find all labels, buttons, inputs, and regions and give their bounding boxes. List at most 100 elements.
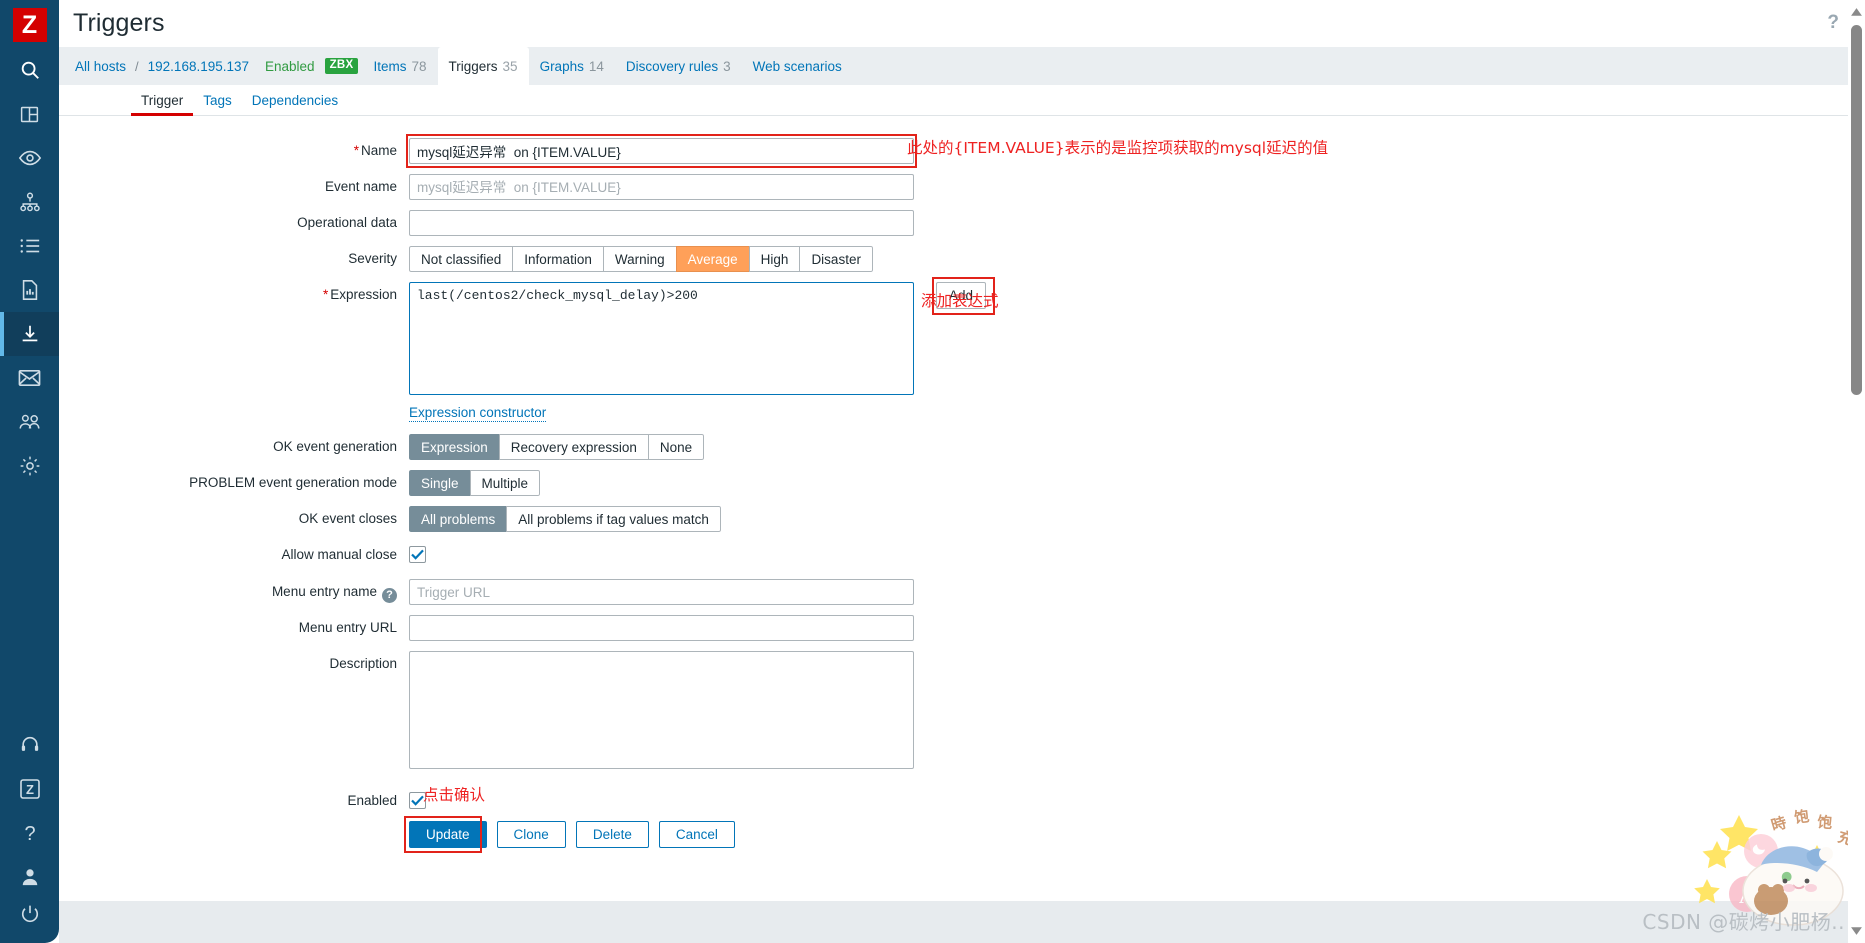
label-event-name: Event name: [324, 179, 397, 194]
zabbix-logo[interactable]: Z: [12, 8, 47, 42]
tab-trigger[interactable]: Trigger: [131, 93, 194, 116]
ok-event-closes-segmented-control: All problems All problems if tag values …: [409, 506, 721, 533]
field-menu-entry-name-wrap: [409, 579, 914, 606]
help-question-icon[interactable]: ?: [0, 811, 59, 855]
menu-entry-name-input[interactable]: [409, 579, 914, 606]
allow-manual-close-checkbox[interactable]: [409, 546, 426, 564]
severity-option-not-classified[interactable]: Not classified: [409, 246, 513, 272]
field-name-wrap: [406, 134, 917, 168]
host-tab-graphs-count: 14: [588, 58, 604, 74]
host-tab-triggers[interactable]: Triggers 35: [437, 47, 529, 85]
severity-option-high[interactable]: High: [748, 246, 800, 272]
administration-gear-icon[interactable]: [0, 444, 59, 488]
required-asterisk-expression: *: [322, 287, 329, 302]
expression-constructor-link[interactable]: Expression constructor: [409, 405, 547, 423]
severity-option-information[interactable]: Information: [512, 246, 603, 272]
menu-entry-url-input[interactable]: [409, 615, 914, 642]
label-ok-event-generation: OK event generation: [273, 439, 397, 455]
cancel-button[interactable]: Cancel: [658, 821, 735, 849]
severity-segmented-control: Not classified Information Warning Avera…: [409, 246, 873, 272]
field-row-expression-constructor: Expression constructor: [59, 404, 1865, 423]
zabbix-integrations-icon[interactable]: Z: [0, 767, 59, 811]
problem-event-mode-option-single[interactable]: Single: [409, 470, 470, 497]
data-collection-icon[interactable]: [0, 312, 59, 356]
ok-event-closes-option-all-problems[interactable]: All problems: [409, 506, 507, 533]
form-buttons: Update Clone Delete Cancel: [409, 821, 735, 849]
host-tab-web-scenarios-label: Web scenarios: [752, 58, 842, 74]
tab-dependencies[interactable]: Dependencies: [242, 93, 348, 115]
ok-event-generation-option-none[interactable]: None: [647, 434, 705, 461]
label-allow-manual-close: Allow manual close: [281, 547, 397, 563]
field-constructor-wrap: Expression constructor: [409, 404, 547, 423]
clone-button[interactable]: Clone: [496, 821, 566, 849]
severity-option-warning[interactable]: Warning: [602, 246, 676, 272]
services-network-icon[interactable]: [0, 180, 59, 224]
search-icon[interactable]: [0, 48, 59, 92]
field-description-wrap: [409, 651, 914, 774]
page-header: Triggers ?: [59, 0, 1865, 47]
delete-button[interactable]: Delete: [575, 821, 649, 849]
host-tab-items[interactable]: Items 78: [362, 47, 437, 85]
update-button[interactable]: Update: [409, 821, 487, 849]
field-expression-wrap: last(/centos2/check_mysql_delay)>200: [409, 282, 914, 400]
breadcrumb-host[interactable]: 192.168.195.137: [146, 59, 251, 74]
page-scrollbar[interactable]: [1848, 0, 1865, 943]
name-input[interactable]: [409, 138, 914, 164]
sign-out-power-icon[interactable]: [0, 899, 59, 943]
zbx-agent-badge[interactable]: ZBX: [324, 57, 359, 75]
form-buttons-wrap: Update Clone Delete Cancel: [404, 816, 735, 854]
alerts-envelope-icon[interactable]: [0, 356, 59, 400]
bottom-status-bar: [59, 901, 1865, 943]
users-icon[interactable]: [0, 400, 59, 444]
operational-data-input[interactable]: [409, 210, 914, 236]
monitoring-eye-icon[interactable]: [0, 136, 59, 180]
ok-event-generation-option-recovery-expression[interactable]: Recovery expression: [498, 434, 648, 461]
scroll-down-arrow-icon[interactable]: [1850, 924, 1863, 937]
label-menu-entry-name: Menu entry name?: [59, 579, 409, 603]
support-headset-icon[interactable]: [0, 723, 59, 767]
host-tab-discovery-rules-count: 3: [723, 58, 731, 74]
breadcrumb-all-hosts[interactable]: All hosts: [73, 59, 128, 74]
ok-event-closes-option-tag-values-match[interactable]: All problems if tag values match: [506, 506, 721, 533]
field-row-ok-event-generation: OK event generation Expression Recovery …: [59, 434, 1865, 461]
user-profile-icon[interactable]: [0, 855, 59, 899]
field-allow-manual-close-wrap: [409, 542, 426, 565]
host-tab-web-scenarios[interactable]: Web scenarios: [742, 47, 853, 85]
label-expression: * Expression: [59, 282, 409, 302]
dashboards-icon[interactable]: [0, 92, 59, 136]
severity-option-disaster[interactable]: Disaster: [799, 246, 873, 272]
required-asterisk-name: *: [353, 143, 359, 158]
label-description: Description: [329, 656, 397, 672]
menu-entry-name-help-icon[interactable]: ?: [382, 587, 397, 603]
label-operational-data: Operational data: [297, 215, 397, 230]
checkmark-icon: [411, 549, 424, 560]
field-operational-data-wrap: [409, 210, 914, 236]
annotation-expression-note: 添加表达式: [921, 292, 999, 310]
label-spacer-buttons: [59, 821, 409, 826]
description-textarea[interactable]: [409, 651, 914, 770]
field-event-name-wrap: [409, 174, 914, 200]
tab-tags[interactable]: Tags: [193, 93, 242, 115]
host-tab-discovery-rules-label: Discovery rules: [625, 58, 719, 74]
ok-event-generation-option-expression[interactable]: Expression: [409, 434, 499, 461]
watermark-text: CSDN @碳烤小肥杨..: [1642, 910, 1845, 934]
page-title: Triggers: [73, 9, 165, 37]
scrollbar-thumb[interactable]: [1851, 25, 1862, 395]
scroll-up-arrow-icon[interactable]: [1850, 6, 1863, 19]
main-content: Triggers ? All hosts / 192.168.195.137 E…: [59, 0, 1865, 943]
reports-icon[interactable]: [0, 268, 59, 312]
label-menu-entry-url: Menu entry URL: [298, 620, 397, 636]
event-name-input[interactable]: [409, 174, 914, 200]
inventory-list-icon[interactable]: [0, 224, 59, 268]
field-row-allow-manual-close: Allow manual close: [59, 542, 1865, 565]
host-tab-discovery-rules[interactable]: Discovery rules 3: [615, 47, 742, 85]
host-status[interactable]: Enabled: [251, 59, 325, 74]
svg-text:?: ?: [24, 823, 35, 844]
expression-textarea[interactable]: last(/centos2/check_mysql_delay)>200: [409, 282, 914, 395]
severity-option-average[interactable]: Average: [675, 246, 749, 272]
page-help-icon[interactable]: ?: [1827, 12, 1839, 34]
host-tab-graphs[interactable]: Graphs 14: [529, 47, 615, 85]
annotation-name-note: 此处的{ITEM.VALUE}表示的是监控项获取的mysql延迟的值: [907, 139, 1329, 157]
field-row-menu-entry-url: Menu entry URL: [59, 615, 1865, 642]
problem-event-mode-option-multiple[interactable]: Multiple: [469, 470, 541, 497]
